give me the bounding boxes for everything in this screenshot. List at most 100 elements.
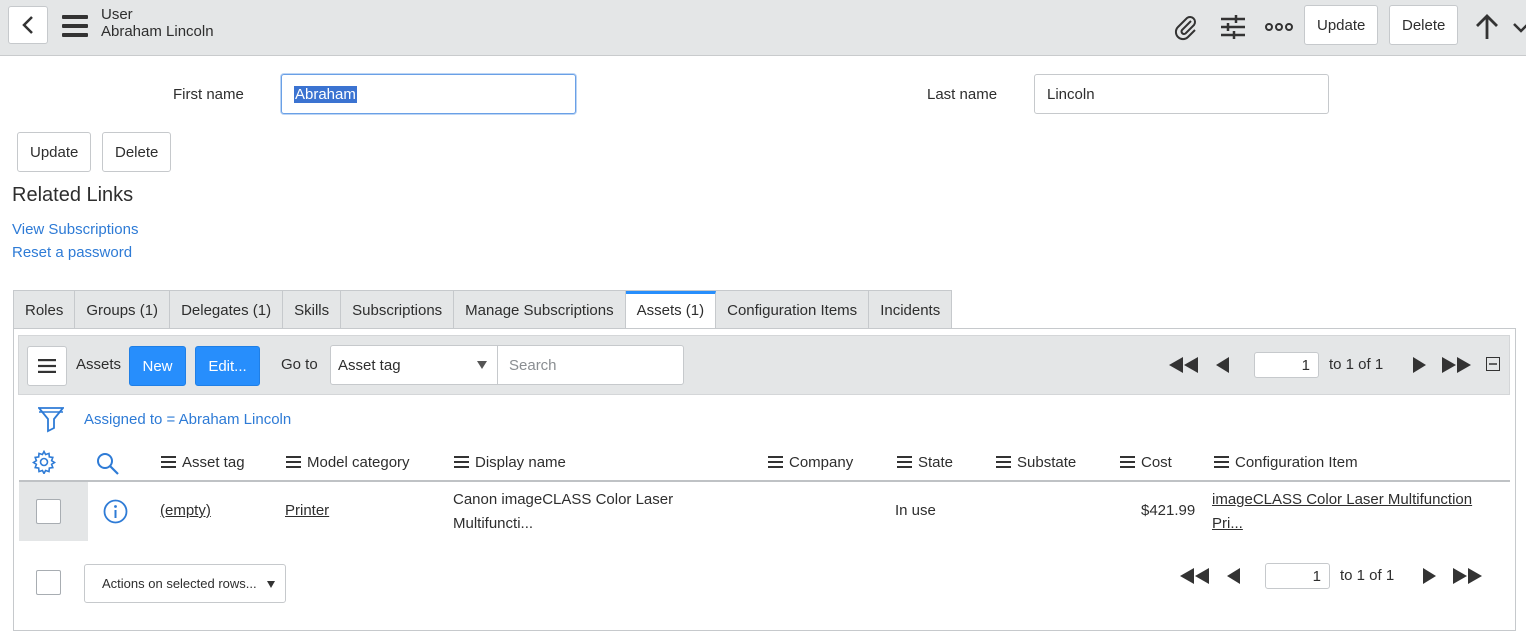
tab-manage-subscriptions[interactable]: Manage Subscriptions bbox=[454, 291, 626, 329]
footer-previous-page-icon[interactable] bbox=[1226, 567, 1242, 585]
column-label: Cost bbox=[1141, 453, 1172, 471]
search-input[interactable] bbox=[497, 345, 684, 385]
cell-configuration-item-line1[interactable]: imageCLASS Color Laser Multifunction bbox=[1212, 489, 1472, 511]
select-all-checkbox[interactable] bbox=[36, 570, 61, 595]
list-toolbar: Assets New Edit... Go to Asset tag to 1 … bbox=[18, 335, 1510, 395]
header-update-button[interactable]: Update bbox=[1304, 5, 1379, 45]
column-configuration-item[interactable]: Configuration Item bbox=[1214, 452, 1358, 472]
related-links-title: Related Links bbox=[12, 184, 134, 206]
page-number-input[interactable] bbox=[1254, 352, 1319, 378]
column-cost[interactable]: Cost bbox=[1120, 452, 1172, 472]
new-button[interactable]: New bbox=[129, 346, 186, 386]
cell-model-category[interactable]: Printer bbox=[285, 500, 329, 522]
paperclip-icon[interactable] bbox=[1171, 12, 1201, 42]
actions-select[interactable]: Actions on selected rows... bbox=[84, 564, 286, 603]
tab-subscriptions[interactable]: Subscriptions bbox=[341, 291, 455, 329]
tab-skills[interactable]: Skills bbox=[283, 291, 342, 329]
column-label: State bbox=[918, 453, 954, 471]
footer-first-page-icon[interactable] bbox=[1179, 567, 1211, 585]
footer-page-range-text: to 1 of 1 bbox=[1340, 567, 1395, 584]
collapse-icon[interactable] bbox=[1486, 357, 1500, 371]
info-icon[interactable] bbox=[102, 498, 128, 524]
goto-field-select[interactable]: Asset tag bbox=[330, 345, 498, 385]
tab-incidents[interactable]: Incidents bbox=[869, 291, 951, 329]
cell-state: In use bbox=[895, 502, 936, 519]
record-header: User Abraham Lincoln Update Delete bbox=[0, 0, 1526, 56]
filter-icon[interactable] bbox=[38, 405, 64, 433]
column-label: Model category bbox=[307, 453, 410, 471]
column-menu-icon bbox=[1120, 456, 1135, 468]
footer-last-page-icon[interactable] bbox=[1451, 567, 1483, 585]
actions-select-label: Actions on selected rows... bbox=[102, 576, 257, 591]
list-menu-button[interactable] bbox=[27, 346, 67, 386]
next-page-icon[interactable] bbox=[1411, 356, 1427, 374]
column-menu-icon bbox=[161, 456, 176, 468]
tab-roles[interactable]: Roles bbox=[14, 291, 76, 329]
header-divider bbox=[19, 480, 1510, 482]
goto-label: Go to bbox=[281, 356, 318, 373]
cell-display-name-line1: Canon imageCLASS Color Laser bbox=[453, 491, 674, 508]
chevron-left-icon bbox=[22, 16, 33, 34]
form-update-button[interactable]: Update bbox=[17, 132, 92, 172]
form-delete-button[interactable]: Delete bbox=[102, 132, 172, 172]
form-menu-icon[interactable] bbox=[62, 15, 88, 37]
more-options-icon[interactable] bbox=[1264, 12, 1294, 42]
first-name-field[interactable]: Abraham bbox=[281, 74, 576, 114]
tab-groups[interactable]: Groups (1) bbox=[75, 291, 171, 329]
column-menu-icon bbox=[768, 456, 783, 468]
arrow-up-icon[interactable] bbox=[1472, 12, 1502, 42]
goto-field-value: Asset tag bbox=[338, 356, 401, 374]
page-range-text: to 1 of 1 bbox=[1329, 356, 1384, 373]
row-checkbox[interactable] bbox=[36, 499, 61, 524]
column-asset-tag[interactable]: Asset tag bbox=[161, 452, 245, 472]
column-company[interactable]: Company bbox=[768, 452, 853, 472]
personalize-gear-icon[interactable] bbox=[31, 449, 57, 475]
last-name-value: Lincoln bbox=[1047, 85, 1095, 103]
caret-down-icon bbox=[477, 361, 487, 369]
chevron-down-icon[interactable] bbox=[1512, 12, 1526, 42]
caret-down-icon bbox=[267, 581, 275, 588]
column-display-name[interactable]: Display name bbox=[454, 452, 566, 472]
column-label: Configuration Item bbox=[1235, 453, 1358, 471]
first-name-value: Abraham bbox=[294, 85, 357, 103]
back-button[interactable] bbox=[8, 6, 48, 44]
first-page-icon[interactable] bbox=[1168, 356, 1200, 374]
list-title: Assets bbox=[76, 356, 122, 373]
column-model-category[interactable]: Model category bbox=[286, 452, 410, 472]
previous-page-icon[interactable] bbox=[1215, 356, 1231, 374]
column-menu-icon bbox=[286, 456, 301, 468]
record-title: User Abraham Lincoln bbox=[101, 6, 214, 40]
hamburger-icon bbox=[38, 359, 56, 373]
last-page-icon[interactable] bbox=[1440, 356, 1472, 374]
column-menu-icon bbox=[996, 456, 1011, 468]
filter-breadcrumb[interactable]: Assigned to = Abraham Lincoln bbox=[84, 411, 291, 428]
view-subscriptions-link[interactable]: View Subscriptions bbox=[12, 221, 138, 238]
column-label: Company bbox=[789, 453, 854, 471]
tab-delegates[interactable]: Delegates (1) bbox=[170, 291, 284, 329]
tab-configuration-items[interactable]: Configuration Items bbox=[716, 291, 870, 329]
cell-display-name-line2: Multifuncti... bbox=[453, 515, 534, 532]
edit-button[interactable]: Edit... bbox=[195, 346, 260, 386]
record-type: User bbox=[101, 6, 133, 23]
reset-password-link[interactable]: Reset a password bbox=[12, 244, 132, 261]
last-name-field[interactable]: Lincoln bbox=[1034, 74, 1329, 114]
column-substate[interactable]: Substate bbox=[996, 452, 1076, 472]
related-list-tabs: Roles Groups (1) Delegates (1) Skills Su… bbox=[13, 290, 953, 330]
header-delete-button[interactable]: Delete bbox=[1389, 5, 1459, 45]
cell-asset-tag[interactable]: (empty) bbox=[160, 500, 211, 522]
column-menu-icon bbox=[1214, 456, 1229, 468]
tab-assets[interactable]: Assets (1) bbox=[625, 291, 717, 330]
column-label: Asset tag bbox=[182, 453, 245, 471]
footer-page-number-input[interactable] bbox=[1265, 563, 1330, 589]
footer-next-page-icon[interactable] bbox=[1421, 567, 1437, 585]
column-label: Display name bbox=[475, 453, 566, 471]
first-name-label: First name bbox=[173, 86, 244, 103]
cell-configuration-item-line2[interactable]: Pri... bbox=[1212, 513, 1243, 535]
column-state[interactable]: State bbox=[897, 452, 953, 472]
record-name: Abraham Lincoln bbox=[101, 23, 214, 40]
settings-sliders-icon[interactable] bbox=[1218, 12, 1248, 42]
column-label: Substate bbox=[1017, 453, 1077, 471]
search-icon[interactable] bbox=[94, 450, 120, 476]
cell-cost: $421.99 bbox=[1141, 502, 1196, 519]
column-menu-icon bbox=[897, 456, 912, 468]
